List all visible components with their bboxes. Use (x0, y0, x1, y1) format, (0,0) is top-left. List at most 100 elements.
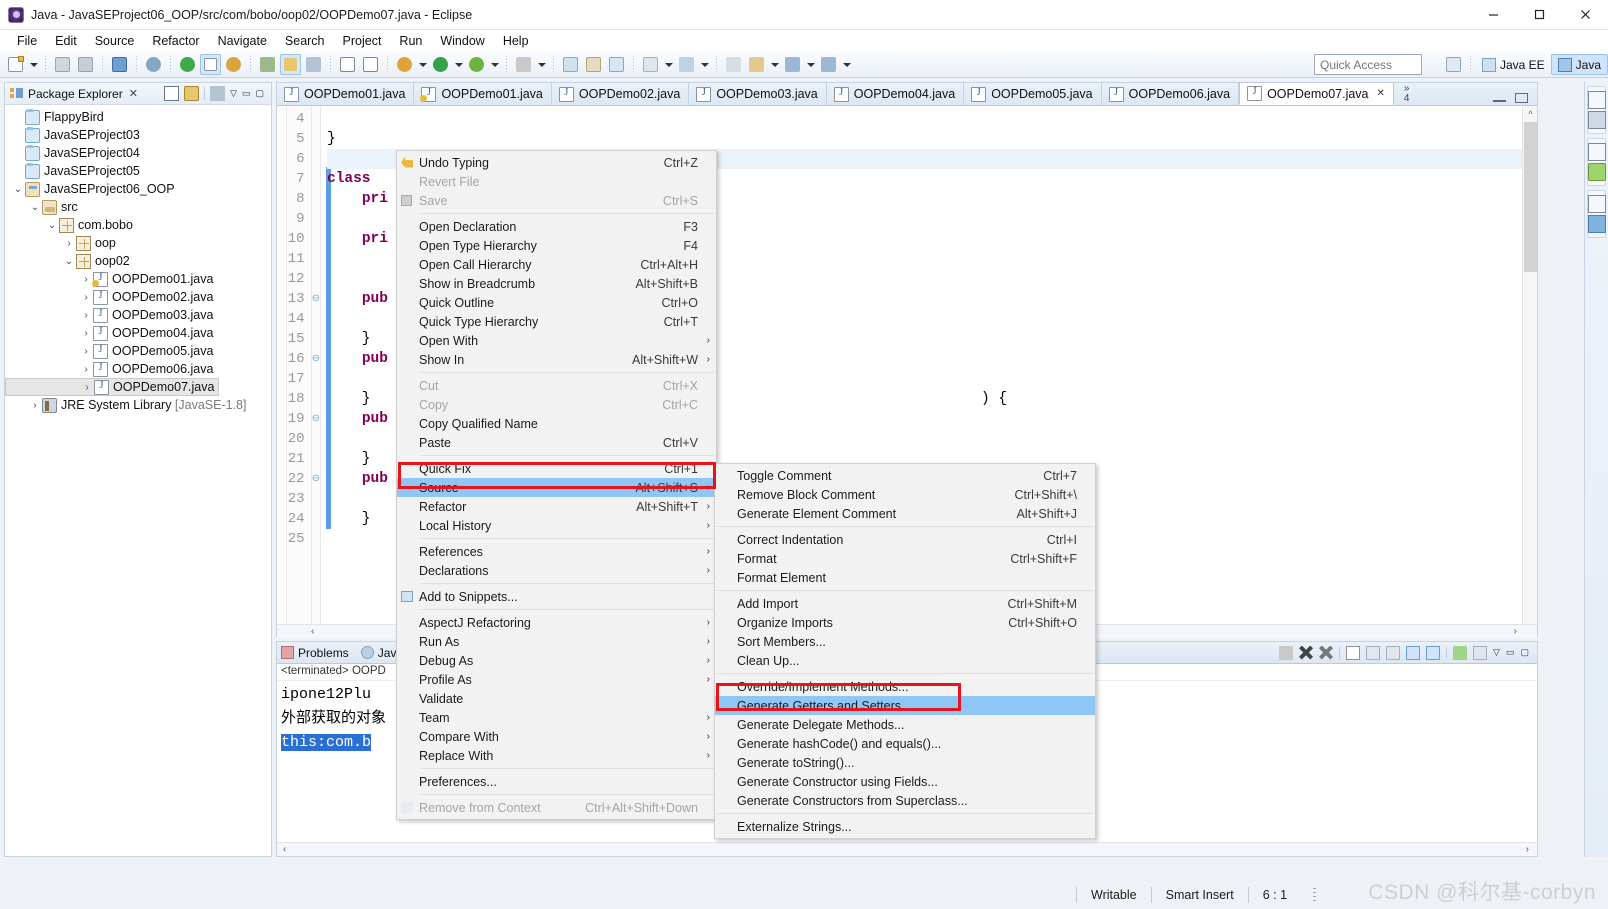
outline-view-icon[interactable] (1588, 111, 1606, 129)
tree-item-jre-system-library-javase-1-8[interactable]: › JRE System Library [JavaSE-1.8] (5, 396, 271, 414)
console-hscroll-right-icon[interactable]: › (1526, 844, 1537, 855)
editor-vertical-scrollbar[interactable]: ^ v (1522, 106, 1537, 638)
menu-item-generate-constructor-using-fields[interactable]: Generate Constructor using Fields... (715, 772, 1095, 791)
menu-item-undo-typing[interactable]: Undo Typing Ctrl+Z (397, 153, 716, 172)
debug-dropdown-icon[interactable] (489, 54, 500, 75)
minimize-button[interactable] (1470, 0, 1516, 30)
tree-item-javaseproject06-oop[interactable]: ⌄ JavaSEProject06_OOP (5, 180, 271, 198)
menu-item-override-implement-methods[interactable]: Override/Implement Methods... (715, 677, 1095, 696)
collapse-arrow-icon[interactable]: › (79, 310, 93, 321)
restore-icon-2[interactable] (1588, 143, 1606, 161)
collapse-all-icon[interactable] (164, 86, 180, 101)
new-java-class-icon[interactable] (200, 53, 221, 75)
menu-item-validate[interactable]: Validate (397, 689, 716, 708)
console-view-menu-icon[interactable]: ▽ (1493, 647, 1500, 658)
collapse-arrow-icon[interactable]: › (80, 382, 94, 393)
editor-tab-6[interactable]: OOPDemo05.java (964, 83, 1102, 105)
tree-item-oopdemo03-java[interactable]: › OOPDemo03.java (5, 306, 271, 324)
print-icon[interactable] (109, 54, 130, 75)
expand-arrow-icon[interactable]: ⌄ (62, 256, 76, 267)
save-icon[interactable] (52, 54, 73, 75)
menu-refactor[interactable]: Refactor (143, 32, 208, 50)
tree-item-oopdemo05-java[interactable]: › OOPDemo05.java (5, 342, 271, 360)
new-wizard-dropdown-icon[interactable] (28, 54, 39, 75)
package-explorer-tree[interactable]: FlappyBird JavaSEProject03 JavaSEProject04… (5, 105, 271, 414)
menu-item-remove-block-comment[interactable]: Remove Block Comment Ctrl+Shift+\ (715, 485, 1095, 504)
restore-icon[interactable] (1588, 91, 1606, 109)
link-with-editor-icon[interactable] (184, 86, 200, 101)
menu-item-declarations[interactable]: Declarations › (397, 561, 716, 580)
next-annotation-icon[interactable] (337, 54, 358, 75)
menu-item-generate-constructors-from-superclass[interactable]: Generate Constructors from Superclass... (715, 791, 1095, 810)
menu-item-references[interactable]: References › (397, 542, 716, 561)
pin-editor-icon[interactable] (723, 54, 744, 75)
perspective-java[interactable]: Java (1550, 54, 1608, 75)
save-all-icon[interactable] (75, 54, 96, 75)
menu-run[interactable]: Run (390, 32, 431, 50)
editor-tab-1[interactable]: OOPDemo01.java (277, 83, 415, 105)
editor-marker-bar[interactable] (277, 106, 288, 638)
view-menu-icon[interactable] (210, 86, 226, 101)
open-type-icon[interactable] (257, 54, 278, 75)
servers-view-icon[interactable] (1588, 215, 1606, 233)
hscroll-right-arrow-icon[interactable]: › (1514, 626, 1537, 637)
new-annotation-icon[interactable] (560, 54, 581, 75)
new-package-icon[interactable] (223, 54, 244, 75)
status-resize-grip[interactable] (1313, 888, 1317, 902)
remove-launch-icon[interactable] (1299, 645, 1314, 660)
editor-tab-overflow[interactable]: » 4 (1394, 83, 1420, 105)
menu-item-sort-members[interactable]: Sort Members... (715, 632, 1095, 651)
forward-dropdown-icon[interactable] (841, 54, 852, 75)
console-minimize-icon[interactable]: ▭ (1506, 647, 1515, 658)
source-submenu[interactable]: Toggle Comment Ctrl+7 Remove Block Comment… (714, 463, 1096, 839)
menu-edit[interactable]: Edit (46, 32, 86, 50)
menu-item-clean-up[interactable]: Clean Up... (715, 651, 1095, 670)
fold-toggle-icon[interactable]: ⊖ (312, 289, 320, 309)
terminate-icon[interactable] (1279, 645, 1294, 660)
editor-scroll-thumb[interactable] (1524, 122, 1537, 272)
editor-minimize-icon[interactable] (1493, 94, 1506, 102)
menu-item-replace-with[interactable]: Replace With › (397, 746, 716, 765)
menu-item-add-to-snippets[interactable]: Add to Snippets... (397, 587, 716, 606)
menu-item-team[interactable]: Team › (397, 708, 716, 727)
menu-item-correct-indentation[interactable]: Correct Indentation Ctrl+I (715, 530, 1095, 549)
forward-icon[interactable] (818, 54, 839, 75)
menu-file[interactable]: File (8, 32, 46, 50)
menu-item-refactor[interactable]: Refactor Alt+Shift+T › (397, 497, 716, 516)
tree-item-javaseproject05[interactable]: JavaSEProject05 (5, 162, 271, 180)
previous-edit-dropdown-icon[interactable] (769, 54, 780, 75)
menu-help[interactable]: Help (494, 32, 538, 50)
open-perspective-icon[interactable] (1443, 54, 1464, 75)
quick-access-input[interactable] (1314, 54, 1422, 75)
menu-item-compare-with[interactable]: Compare With › (397, 727, 716, 746)
menu-item-add-import[interactable]: Add Import Ctrl+Shift+M (715, 594, 1095, 613)
debug-icon[interactable] (466, 54, 487, 75)
word-wrap-icon[interactable] (1426, 645, 1441, 660)
editor-maximize-icon[interactable] (1515, 93, 1528, 103)
external-tools-dropdown-icon[interactable] (417, 54, 428, 75)
tree-item-oop[interactable]: › oop (5, 234, 271, 252)
menu-window[interactable]: Window (431, 32, 493, 50)
hscroll-left-arrow-icon[interactable]: ‹ (277, 626, 348, 637)
menu-item-run-as[interactable]: Run As › (397, 632, 716, 651)
collapse-arrow-icon[interactable]: › (79, 274, 93, 285)
collapse-arrow-icon[interactable]: › (79, 346, 93, 357)
tree-item-oopdemo06-java[interactable]: › OOPDemo06.java (5, 360, 271, 378)
editor-tab-2[interactable]: OOPDemo01.java (414, 83, 552, 105)
editor-tab-8[interactable]: OOPDemo07.java ✕ (1239, 82, 1394, 105)
restore-icon-3[interactable] (1588, 195, 1606, 213)
menu-item-toggle-comment[interactable]: Toggle Comment Ctrl+7 (715, 466, 1095, 485)
open-task-icon[interactable] (640, 54, 661, 75)
menu-item-show-in[interactable]: Show In Alt+Shift+W › (397, 350, 716, 369)
menu-item-quick-outline[interactable]: Quick Outline Ctrl+O (397, 293, 716, 312)
run-icon[interactable] (430, 54, 451, 75)
minimize-icon[interactable]: ▭ (242, 88, 251, 99)
expand-arrow-icon[interactable]: ⌄ (45, 220, 59, 231)
maximize-icon[interactable]: ▢ (255, 88, 264, 99)
expand-arrow-icon[interactable]: ⌄ (28, 202, 42, 213)
new-java-project-icon[interactable] (177, 54, 198, 75)
tree-item-com-bobo[interactable]: ⌄ com.bobo (5, 216, 271, 234)
menu-item-preferences[interactable]: Preferences... (397, 772, 716, 791)
menu-item-open-call-hierarchy[interactable]: Open Call Hierarchy Ctrl+Alt+H (397, 255, 716, 274)
scroll-lock-icon[interactable] (1406, 645, 1421, 660)
